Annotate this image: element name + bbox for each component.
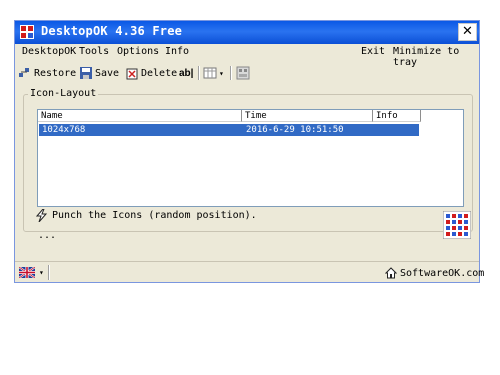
restore-button[interactable]: Restore (18, 65, 76, 81)
column-name[interactable]: Name (38, 110, 242, 122)
save-button[interactable]: Save (79, 65, 119, 81)
close-icon: ✕ (462, 24, 473, 39)
menu-bar: DesktopOK Tools Options Info Exit Minimi… (15, 44, 479, 68)
view-button[interactable]: ▾ (203, 65, 224, 81)
status-separator (48, 265, 50, 280)
layout-list[interactable]: Name Time Info 1024x768 2016-6-29 10:51:… (37, 109, 464, 207)
table-row[interactable]: 1024x768 2016-6-29 10:51:50 (39, 124, 419, 136)
settings-icon (236, 66, 250, 80)
restore-label: Restore (34, 67, 77, 79)
group-label: Icon-Layout (28, 88, 99, 99)
pixel-logo-icon[interactable] (443, 211, 471, 239)
toolbar-separator-2 (230, 66, 232, 80)
cell-time: 2016-6-29 10:51:50 (246, 125, 344, 135)
rename-icon: ab| (179, 67, 194, 79)
delete-button[interactable]: Delete (125, 65, 177, 81)
cell-name: 1024x768 (42, 125, 86, 135)
title-bar[interactable]: DesktopOK 4.36 Free ✕ (15, 21, 479, 44)
menu-desktopok[interactable]: DesktopOK (22, 46, 76, 57)
column-info[interactable]: Info (373, 110, 421, 122)
delete-label: Delete (141, 67, 178, 79)
rename-button[interactable]: ab| (179, 65, 193, 81)
toolbar-separator (198, 66, 200, 80)
punch-icons-action[interactable]: Punch the Icons (random position). (36, 209, 257, 222)
status-dots: ... (38, 230, 57, 241)
menu-exit[interactable]: Exit (361, 46, 385, 57)
app-window: DesktopOK 4.36 Free ✕ DesktopOK Tools Op… (14, 20, 484, 284)
toolbar: Restore Save Delete ab| ▾ (15, 63, 479, 83)
softwareok-link[interactable]: SoftwareOK.com (385, 267, 484, 279)
restore-icon (19, 68, 29, 77)
brand-text: SoftwareOK.com (400, 267, 485, 279)
close-button[interactable]: ✕ (458, 23, 477, 41)
window-title: DesktopOK 4.36 Free (41, 24, 183, 38)
view-dropdown-arrow[interactable]: ▾ (219, 69, 224, 78)
column-time[interactable]: Time (242, 110, 373, 122)
lightning-icon (36, 209, 48, 222)
list-header: Name Time Info (38, 110, 463, 123)
uk-flag-icon[interactable] (19, 267, 35, 278)
home-icon (385, 267, 397, 279)
punch-text: Punch the Icons (random position). (52, 210, 257, 221)
language-dropdown-arrow[interactable]: ▾ (39, 268, 44, 277)
save-icon (80, 67, 92, 79)
view-icon (203, 67, 217, 79)
menu-tools[interactable]: Tools (79, 46, 109, 57)
menu-options[interactable]: Options (117, 46, 159, 57)
menu-info[interactable]: Info (165, 46, 189, 57)
delete-icon (126, 68, 138, 80)
save-label: Save (95, 67, 120, 79)
app-icon (20, 25, 34, 39)
settings-button[interactable] (236, 65, 252, 81)
status-bar: ▾ SoftwareOK.com (15, 261, 484, 284)
